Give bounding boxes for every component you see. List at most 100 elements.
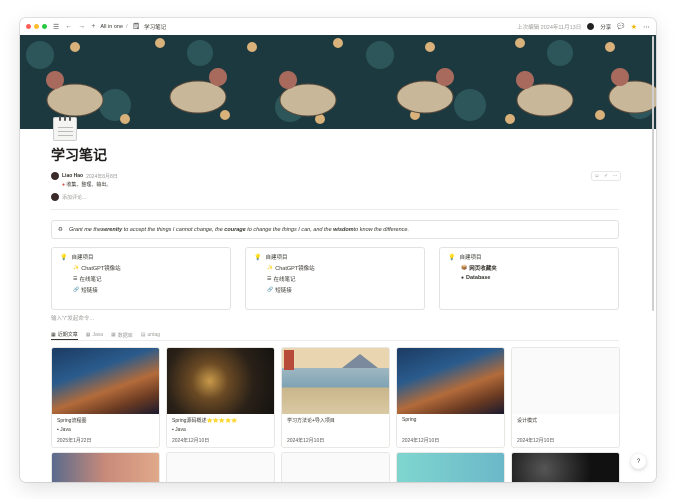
block-hover-tools: ☺ ✓ ⋯ [591, 171, 621, 181]
add-page-icon[interactable]: + [91, 23, 95, 30]
tab-recent[interactable]: ▦ 近期文章 [51, 330, 78, 340]
tab-java[interactable]: ▦ Java [86, 330, 103, 340]
app-frame: ☰ ← → + All in one / 🗒 学习笔记 上次编辑 2024年11… [0, 0, 676, 499]
card-link-bookmarks[interactable]: 📦 网页收藏夹 [461, 264, 610, 272]
comment-placeholder[interactable]: 添加评论... [62, 194, 86, 201]
card-link-chatgpt[interactable]: ✨ ChatGPT镜像站 [267, 264, 416, 272]
card-link-shortlink[interactable]: 🔗 短链接 [73, 286, 222, 294]
quote-part-2: to accept the things I cannot change, th… [122, 226, 225, 233]
list-icon: ☰ [267, 276, 272, 282]
share-button[interactable]: 分享 [600, 23, 611, 31]
comments-icon[interactable]: 💬 [617, 23, 624, 30]
card-link-label[interactable]: 短链接 [81, 286, 98, 294]
card-title: Spring源码概述⭐⭐⭐⭐⭐ [172, 418, 238, 424]
card-header: 自建项目 [459, 255, 482, 261]
project-card-2: 💡 自建项目 ✨ ChatGPT镜像站 ☰ 在线笔记 🔗 短链接 [245, 247, 425, 310]
card-link-database[interactable]: ● Database [461, 275, 610, 281]
gallery-card[interactable]: 设计模式 2024年12月10日 [511, 347, 620, 448]
breadcrumb-separator: / [126, 23, 128, 30]
notepad-ring [59, 116, 61, 121]
card-link-label[interactable]: 在线笔记 [273, 275, 295, 283]
empty-cover [167, 453, 274, 482]
emoji-icon[interactable]: ☺ [594, 173, 599, 179]
tab-label: Java [92, 332, 104, 338]
commenter-avatar [51, 193, 59, 201]
card-title: 设计模式 [517, 418, 538, 424]
empty-cover [282, 453, 389, 482]
card-tag [287, 427, 384, 433]
card-link-label[interactable]: ChatGPT镜像站 [275, 264, 314, 272]
gallery-card[interactable] [396, 452, 505, 482]
card-date: 2024年12月10日 [172, 438, 210, 444]
command-input[interactable]: 输入"/"发起命令... [51, 314, 94, 322]
more-icon[interactable]: ⋯ [613, 173, 618, 179]
gallery-card[interactable]: 学习方法论+导入项目 2024年12月10日 [281, 347, 390, 448]
card-link-label[interactable]: ChatGPT镜像站 [81, 264, 120, 272]
comment-row[interactable]: 添加评论... [51, 193, 86, 201]
breadcrumb-page[interactable]: 学习笔记 [144, 23, 166, 31]
close-window-button[interactable] [26, 24, 31, 29]
lightbulb-icon: 💡 [60, 254, 68, 261]
notepad-ring [64, 116, 66, 121]
card-link-label[interactable]: 在线笔记 [79, 275, 101, 283]
card-link-notes[interactable]: ☰ 在线笔记 [73, 275, 222, 283]
check-icon[interactable]: ✓ [604, 173, 608, 179]
tab-database[interactable]: ▦ 数据库 [111, 330, 133, 340]
author-name[interactable]: Liao Hao [62, 173, 83, 179]
page-scrollbar[interactable] [652, 36, 654, 311]
page-title[interactable]: 学习笔记 [51, 145, 107, 165]
empty-cover [512, 348, 619, 414]
help-button[interactable]: ? [631, 454, 646, 469]
gallery-card[interactable]: Spring源码概述⭐⭐⭐⭐⭐ ▪ Java 2024年12月10日 [166, 347, 275, 448]
card-date: 2025年1月22日 [57, 438, 92, 444]
quote-word-courage: courage [224, 226, 246, 233]
card-link-notes[interactable]: ☰ 在线笔记 [267, 275, 416, 283]
page-subtitle[interactable]: 收集、整理、输出。 [66, 182, 111, 188]
notepad-page-icon[interactable] [53, 116, 77, 141]
card-link-chatgpt[interactable]: ✨ ChatGPT镜像站 [73, 264, 222, 272]
lightbulb-icon: 💡 [448, 254, 456, 261]
author-row: Liao Hao 2024年8月8日 [51, 172, 118, 180]
card-link-shortlink[interactable]: 🔗 短链接 [267, 286, 416, 294]
tab-untag[interactable]: ▤ untag [141, 330, 160, 340]
card-title: Spring流程图 [57, 418, 87, 424]
maximize-window-button[interactable] [42, 24, 47, 29]
box-icon: 📦 [461, 265, 468, 271]
tab-label: untag [147, 332, 161, 338]
favorite-star-icon[interactable]: ★ [631, 23, 637, 31]
card-link-label[interactable]: 短链接 [275, 286, 292, 294]
card-tag [402, 427, 499, 433]
card-date: 2024年12月10日 [287, 438, 325, 444]
gallery-card[interactable] [166, 452, 275, 482]
quote-word-serenity: serenity [101, 226, 123, 233]
gallery-card[interactable] [281, 452, 390, 482]
quote-part-1: Grant me the [68, 226, 102, 233]
user-avatar[interactable] [587, 23, 595, 30]
bird-pattern-cover [20, 35, 656, 129]
breadcrumb-workspace[interactable]: All in one [100, 24, 123, 30]
minimize-window-button[interactable] [34, 24, 39, 29]
gallery-view-icon: ▦ [51, 331, 56, 338]
database-icon: ● [461, 275, 465, 281]
card-header: 自建项目 [71, 255, 94, 261]
back-arrow-icon[interactable]: ← [65, 23, 72, 30]
table-view-icon: ▤ [140, 332, 146, 338]
author-avatar[interactable] [51, 172, 59, 180]
gallery-card[interactable] [511, 452, 620, 482]
card-title: Spring [402, 417, 417, 423]
sidebar-toggle-icon[interactable]: ☰ [53, 23, 59, 31]
notepad-line [58, 135, 73, 136]
more-options-icon[interactable]: ⋯ [643, 23, 650, 31]
page-cover-image [20, 35, 656, 129]
gallery-card[interactable] [51, 452, 160, 482]
gradient-cover-image [52, 453, 159, 482]
card-link-label[interactable]: 网页收藏夹 [469, 264, 497, 272]
quote-callout[interactable]: ♻ Grant me the serenity to accept the th… [51, 220, 619, 239]
card-link-label[interactable]: Database [466, 275, 490, 281]
forward-arrow-icon[interactable]: → [78, 23, 85, 30]
gallery-card[interactable]: Spring 2024年12月10日 [396, 347, 505, 448]
gallery-view-icon: ▦ [111, 332, 116, 338]
notepad-line [58, 131, 73, 132]
gallery-card[interactable]: Spring流程图 ▪ Java 2025年1月22日 [51, 347, 160, 448]
nebula-cover-image [52, 348, 159, 414]
